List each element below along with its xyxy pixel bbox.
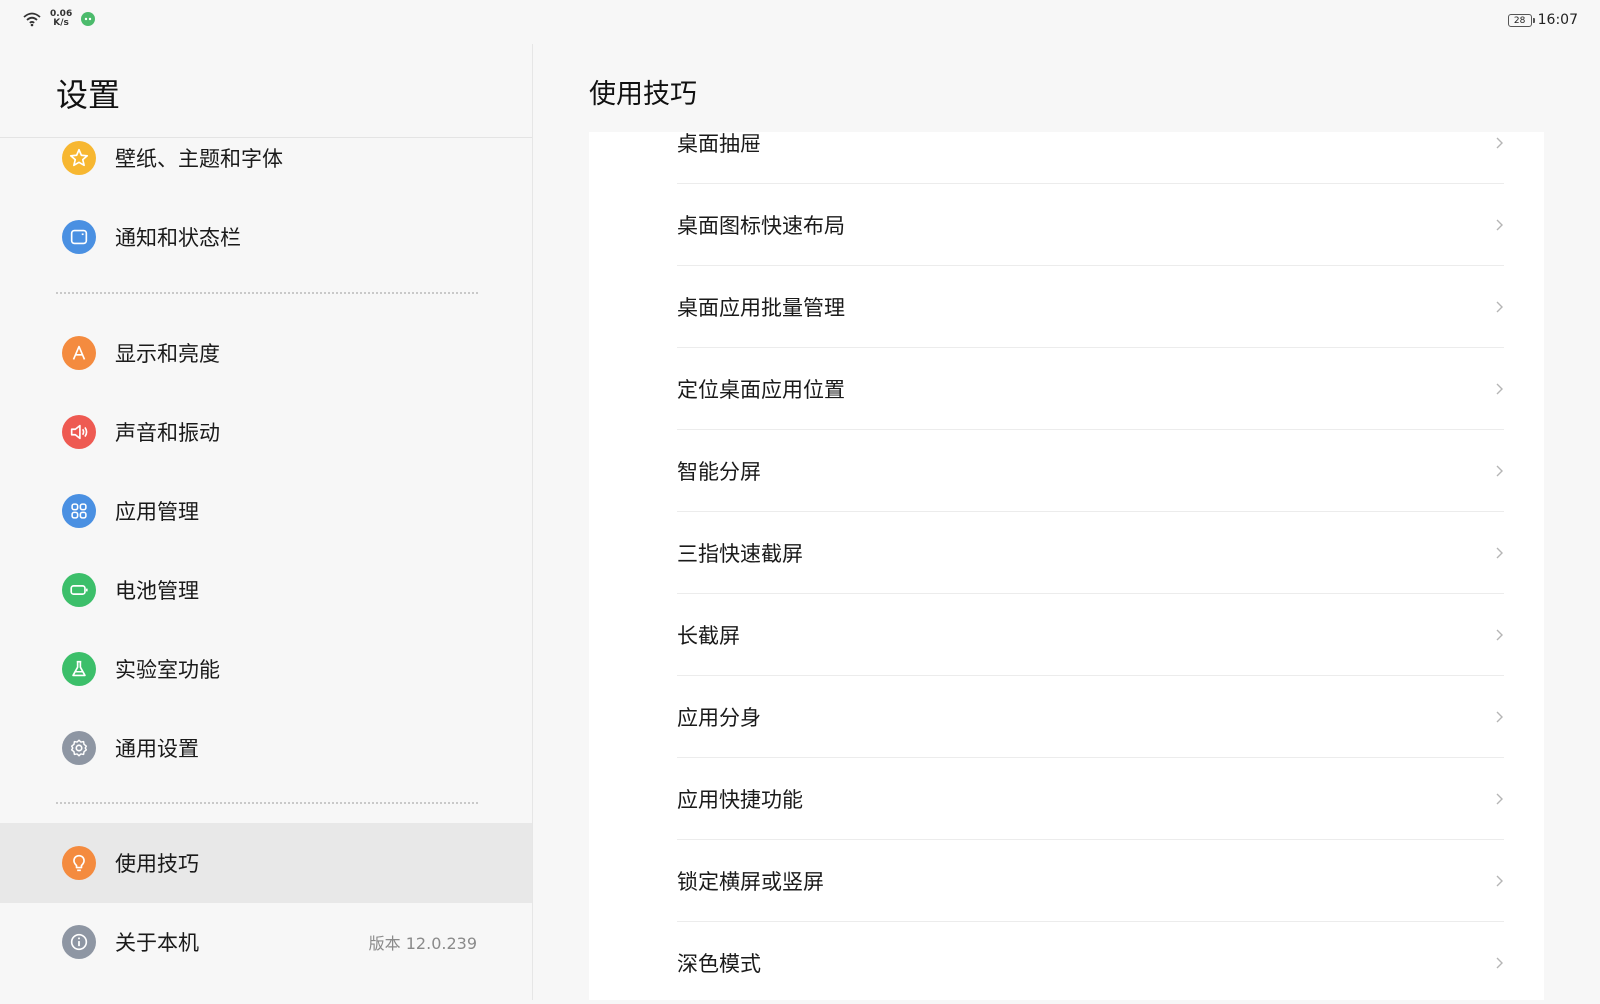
panel-divider	[532, 44, 533, 1000]
star-icon	[62, 141, 96, 175]
chevron-right-icon	[1496, 547, 1503, 559]
list-item-label: 定位桌面应用位置	[677, 378, 845, 402]
section-divider	[56, 802, 478, 804]
list-item[interactable]: 应用分身	[677, 676, 1504, 758]
version-text: 版本 12.0.239	[368, 934, 477, 953]
list-item[interactable]: 应用快捷功能	[677, 758, 1504, 840]
sidebar-item-label: 声音和振动	[115, 421, 220, 445]
list-item-label: 长截屏	[677, 624, 740, 648]
speaker-icon	[62, 415, 96, 449]
status-bar: 0.06 K/s 28 16:07	[0, 0, 1600, 44]
sidebar-item-label: 壁纸、主题和字体	[115, 147, 283, 171]
sidebar-item-notifications[interactable]: 通知和状态栏	[0, 197, 532, 277]
list-item[interactable]: 定位桌面应用位置	[677, 348, 1504, 430]
sidebar-item-label: 显示和亮度	[115, 342, 220, 366]
sidebar-item-battery[interactable]: 电池管理	[0, 550, 532, 630]
tips-list: 桌面抽屉 桌面图标快速布局 桌面应用批量管理 定位桌面应用位置 智能分屏 三指快…	[589, 132, 1544, 1000]
chevron-right-icon	[1496, 383, 1503, 395]
sidebar-item-label: 电池管理	[115, 579, 199, 603]
sidebar-item-label: 实验室功能	[115, 658, 220, 682]
chevron-right-icon	[1496, 465, 1503, 477]
wifi-icon	[23, 12, 41, 27]
info-icon	[62, 925, 96, 959]
sidebar-item-label: 通用设置	[115, 737, 199, 761]
list-item[interactable]: 桌面应用批量管理	[677, 266, 1504, 348]
apps-grid-icon	[62, 494, 96, 528]
sidebar-item-label: 应用管理	[115, 500, 199, 524]
sidebar-item-display[interactable]: 显示和亮度	[0, 313, 532, 393]
list-item-label: 桌面应用批量管理	[677, 296, 845, 320]
list-item-label: 桌面抽屉	[677, 132, 761, 156]
sidebar-item-apps[interactable]: 应用管理	[0, 471, 532, 551]
gear-icon	[62, 731, 96, 765]
list-item-label: 锁定横屏或竖屏	[677, 870, 824, 894]
lightbulb-icon	[62, 846, 96, 880]
chevron-right-icon	[1496, 875, 1503, 887]
sidebar-item-sound[interactable]: 声音和振动	[0, 392, 532, 472]
battery-icon	[62, 573, 96, 607]
clock: 16:07	[1537, 12, 1578, 28]
sidebar-item-label: 通知和状态栏	[115, 226, 241, 250]
sidebar-item-label: 使用技巧	[115, 852, 199, 876]
network-speed: 0.06 K/s	[50, 10, 72, 28]
list-item[interactable]: 桌面图标快速布局	[677, 184, 1504, 266]
settings-sidebar: 设置 壁纸、主题和字体 通知和状态栏 显示和亮度 声音和振动 应用管理 电池管理…	[0, 44, 532, 1000]
battery-indicator: 28	[1507, 13, 1535, 27]
page-title: 设置	[56, 76, 121, 114]
app-notification-icon	[81, 12, 96, 26]
network-speed-unit: K/s	[53, 18, 69, 28]
list-item[interactable]: 智能分屏	[677, 430, 1504, 512]
chevron-right-icon	[1496, 711, 1503, 723]
sidebar-item-lab[interactable]: 实验室功能	[0, 629, 532, 709]
list-item-label: 应用分身	[677, 706, 761, 730]
sidebar-item-general[interactable]: 通用设置	[0, 708, 532, 788]
list-item-label: 三指快速截屏	[677, 542, 803, 566]
notification-icon	[62, 220, 96, 254]
display-icon	[62, 336, 96, 370]
list-item-label: 桌面图标快速布局	[677, 214, 845, 238]
list-item[interactable]: 长截屏	[677, 594, 1504, 676]
chevron-right-icon	[1496, 957, 1503, 969]
list-item[interactable]: 锁定横屏或竖屏	[677, 840, 1504, 922]
list-item-label: 智能分屏	[677, 460, 761, 484]
chevron-right-icon	[1496, 137, 1503, 149]
list-item-label: 深色模式	[677, 952, 761, 976]
list-item-label: 应用快捷功能	[677, 788, 803, 812]
sidebar-item-tips[interactable]: 使用技巧	[0, 823, 532, 903]
sidebar-item-wallpaper[interactable]: 壁纸、主题和字体	[0, 118, 532, 198]
chevron-right-icon	[1496, 219, 1503, 231]
chevron-right-icon	[1496, 793, 1503, 805]
list-item[interactable]: 三指快速截屏	[677, 512, 1504, 594]
flask-icon	[62, 652, 96, 686]
sidebar-item-label: 关于本机	[115, 931, 199, 955]
chevron-right-icon	[1496, 301, 1503, 313]
section-divider	[56, 292, 478, 294]
sidebar-item-about[interactable]: 关于本机 版本 12.0.239	[0, 902, 532, 982]
list-item[interactable]: 深色模式	[677, 922, 1504, 1004]
list-item[interactable]: 桌面抽屉	[677, 102, 1504, 184]
chevron-right-icon	[1496, 629, 1503, 641]
